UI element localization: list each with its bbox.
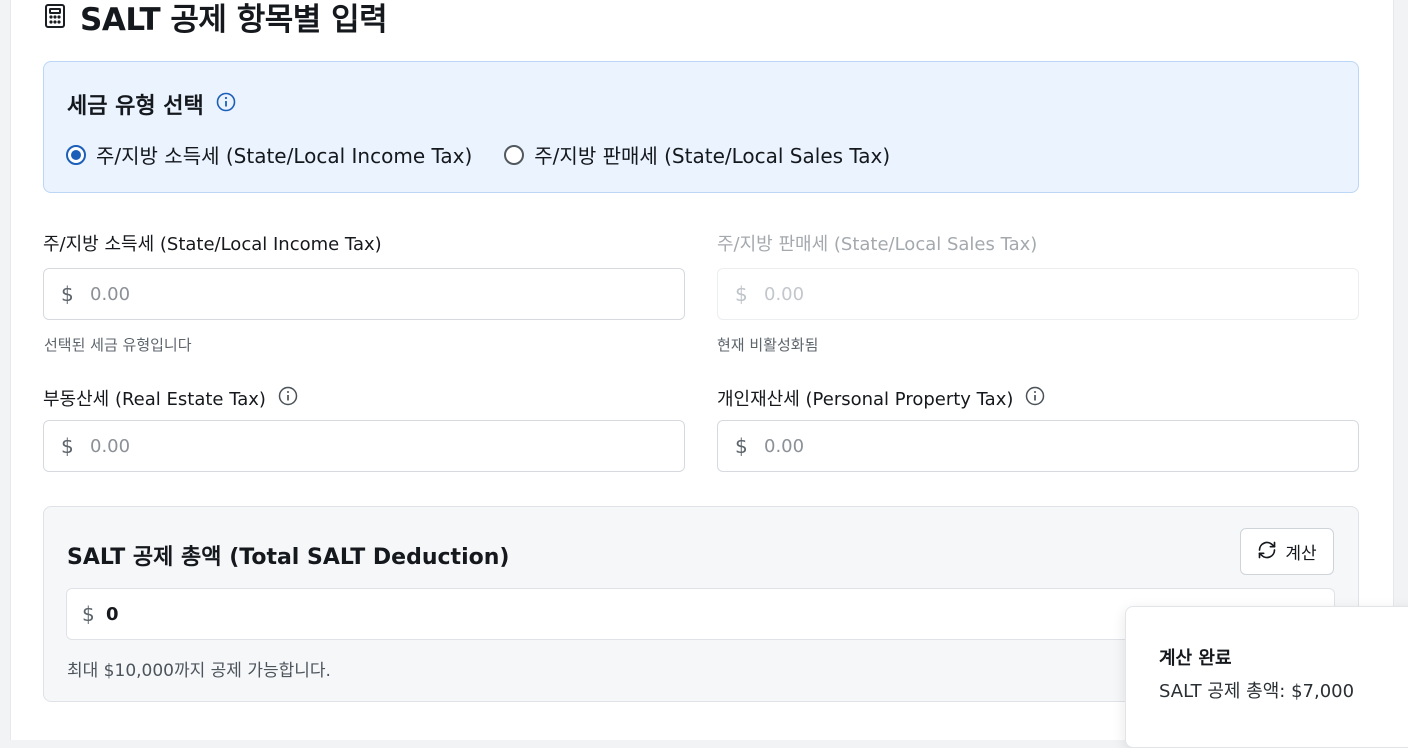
- radio-sales-tax[interactable]: [504, 144, 525, 165]
- calculator-icon: [44, 3, 66, 29]
- dollar-sign: $: [61, 434, 74, 458]
- sales-tax-input-wrap: $: [717, 268, 1359, 320]
- personal-property-tax-input[interactable]: [762, 434, 1326, 458]
- toast-title: 계산 완료: [1159, 648, 1232, 669]
- dollar-sign: $: [735, 282, 748, 306]
- radio-label-sales-tax: 주/지방 판매세 (State/Local Sales Tax): [534, 144, 891, 168]
- dollar-sign: $: [61, 282, 74, 306]
- tax-type-title: 세금 유형 선택: [67, 94, 204, 119]
- dollar-sign: $: [735, 434, 748, 458]
- sales-tax-input[interactable]: [762, 282, 1326, 306]
- income-tax-help: 선택된 세금 유형입니다: [44, 336, 192, 354]
- radio-label-income-tax: 주/지방 소득세 (State/Local Income Tax): [96, 144, 473, 168]
- radio-option-income-tax[interactable]: 주/지방 소득세 (State/Local Income Tax): [66, 140, 472, 169]
- info-icon[interactable]: [1025, 386, 1045, 411]
- sales-tax-label: 주/지방 판매세 (State/Local Sales Tax): [717, 230, 1037, 256]
- tax-type-panel: 세금 유형 선택 주/지방 소득세 (State/Local Income Ta…: [43, 61, 1359, 193]
- personal-property-tax-label-text: 개인재산세 (Personal Property Tax): [717, 389, 1014, 410]
- calculate-button-label: 계산: [1285, 544, 1317, 564]
- income-tax-input[interactable]: [88, 282, 652, 306]
- tax-type-radio-group: 주/지방 소득세 (State/Local Income Tax) 주/지방 판…: [66, 140, 922, 169]
- toast-message: SALT 공제 총액: $7,000: [1159, 681, 1355, 702]
- income-tax-input-wrap: $: [43, 268, 685, 320]
- real-estate-tax-label-text: 부동산세 (Real Estate Tax): [43, 389, 266, 410]
- real-estate-tax-input[interactable]: [88, 434, 652, 458]
- info-icon[interactable]: [216, 92, 236, 116]
- radio-income-tax[interactable]: [66, 144, 86, 165]
- page-title: SALT 공제 항목별 입력: [80, 1, 388, 38]
- toast-notification: 계산 완료 SALT 공제 총액: $7,000: [1125, 606, 1408, 748]
- refresh-icon: [1257, 540, 1277, 564]
- real-estate-tax-input-wrap: $: [43, 420, 685, 472]
- income-tax-label-text: 주/지방 소득세 (State/Local Income Tax): [43, 234, 382, 255]
- personal-property-tax-input-wrap: $: [717, 420, 1359, 472]
- personal-property-tax-label: 개인재산세 (Personal Property Tax): [717, 385, 1045, 411]
- page-header: SALT 공제 항목별 입력: [44, 0, 388, 38]
- dollar-sign: $: [82, 602, 95, 626]
- sales-tax-label-text: 주/지방 판매세 (State/Local Sales Tax): [717, 234, 1038, 255]
- total-salt-value: 0: [106, 603, 119, 625]
- tax-type-header: 세금 유형 선택: [67, 88, 236, 120]
- real-estate-tax-label: 부동산세 (Real Estate Tax): [43, 385, 298, 411]
- total-salt-title: SALT 공제 총액 (Total SALT Deduction): [67, 545, 510, 570]
- total-salt-help: 최대 $10,000까지 공제 가능합니다.: [67, 661, 331, 681]
- radio-option-sales-tax[interactable]: 주/지방 판매세 (State/Local Sales Tax): [504, 140, 890, 169]
- sales-tax-help: 현재 비활성화됨: [717, 336, 819, 354]
- calculate-button[interactable]: 계산: [1240, 528, 1334, 575]
- info-icon[interactable]: [278, 386, 298, 411]
- income-tax-label: 주/지방 소득세 (State/Local Income Tax): [43, 230, 382, 256]
